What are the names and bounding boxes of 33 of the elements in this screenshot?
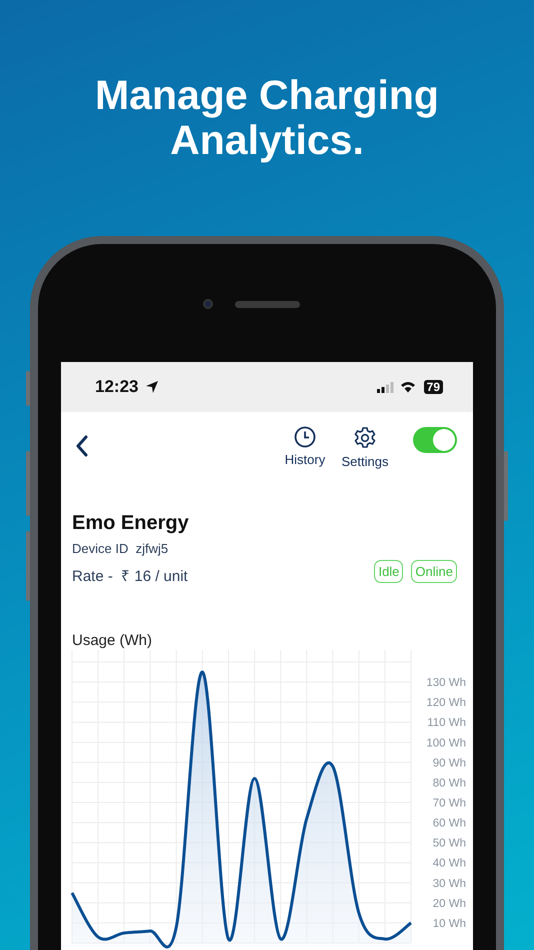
axis-label: 70 Wh (432, 798, 466, 810)
axis-label: 80 Wh (432, 777, 466, 790)
axis-label: 60 Wh (432, 818, 466, 830)
axis-label: 100 Wh (426, 737, 466, 750)
axis-label: 90 Wh (432, 757, 466, 770)
headline: Manage Charging Analytics. (94, 71, 440, 163)
clock-icon (294, 426, 316, 448)
axis-label: 50 Wh (432, 838, 466, 850)
power-toggle[interactable] (413, 427, 457, 453)
axis-label: 40 Wh (432, 858, 466, 870)
location-arrow-icon (145, 380, 160, 394)
status-badge: Idle (374, 560, 404, 583)
axis-label: 30 Wh (432, 878, 466, 890)
settings-icon (353, 426, 377, 450)
device-name: Emo Energy (72, 512, 190, 535)
axis-label: 130 Wh (426, 677, 466, 690)
device-id: Device ID zjfwj5 (72, 541, 170, 556)
axis-label: 10 Wh (432, 918, 466, 930)
wifi-icon (400, 381, 416, 393)
history-button[interactable]: History (277, 426, 333, 467)
status-badge: Online (411, 560, 457, 583)
axis-label: 120 Wh (426, 697, 466, 710)
chart-title: Usage (Wh) (72, 631, 154, 650)
axis-label: 110 Wh (427, 717, 466, 730)
camera-icon (203, 299, 213, 309)
signal-icon (376, 382, 394, 392)
axis-label: 20 Wh (432, 898, 466, 910)
back-icon[interactable] (75, 435, 89, 457)
speaker-grille (235, 301, 300, 308)
status-time: 12:23 (95, 377, 138, 397)
rate-text: Rate - ₹ 16 / unit (72, 567, 189, 585)
settings-button[interactable]: Settings (337, 426, 393, 469)
battery-indicator: 79 (424, 380, 443, 394)
